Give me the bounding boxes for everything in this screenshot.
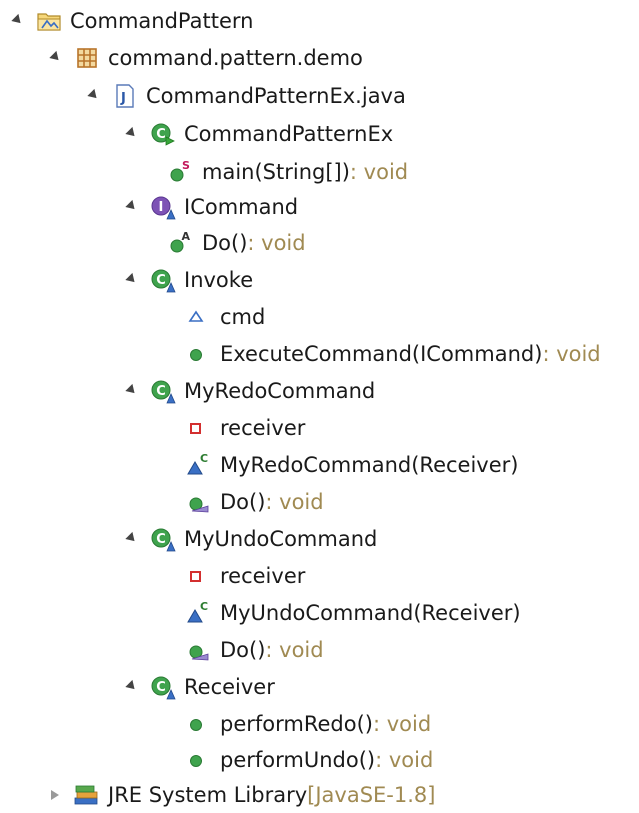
tree-item-field[interactable]: receiver bbox=[186, 409, 305, 446]
member-label: Do() bbox=[220, 637, 266, 662]
class-label: Receiver bbox=[184, 674, 275, 699]
member-label: receiver bbox=[220, 563, 306, 588]
member-label: Do() bbox=[220, 489, 266, 514]
member-label: ExecuteCommand(ICommand) bbox=[220, 341, 543, 366]
tree-item-method[interactable]: Do() : void bbox=[186, 483, 324, 520]
svg-text:C: C bbox=[200, 600, 208, 613]
class-label: MyUndoCommand bbox=[184, 526, 378, 551]
svg-text:C: C bbox=[156, 680, 166, 695]
tree-item-class[interactable]: C Receiver bbox=[122, 668, 275, 705]
public-method-icon bbox=[186, 747, 206, 773]
return-type: : void bbox=[265, 489, 324, 514]
member-label: MyUndoCommand(Receiver) bbox=[220, 600, 521, 625]
member-label: main(String[]) bbox=[202, 159, 350, 184]
library-icon bbox=[74, 782, 100, 808]
tree-item-class[interactable]: C Invoke bbox=[122, 261, 253, 298]
tree-item-method[interactable]: performUndo() : void bbox=[186, 741, 433, 778]
interface-icon: I bbox=[150, 194, 176, 220]
tree-item-library[interactable]: JRE System Library [JavaSE-1.8] bbox=[46, 776, 435, 813]
expand-toggle[interactable] bbox=[46, 49, 64, 67]
constructor-icon: C bbox=[186, 600, 212, 626]
member-label: MyRedoCommand(Receiver) bbox=[220, 452, 519, 477]
package-icon bbox=[74, 45, 100, 71]
interface-label: ICommand bbox=[184, 194, 299, 219]
tree-item-method[interactable]: ExecuteCommand(ICommand) : void bbox=[186, 335, 601, 372]
member-label: performUndo() bbox=[220, 747, 376, 772]
expand-toggle[interactable] bbox=[84, 87, 102, 105]
public-method-icon bbox=[186, 711, 206, 737]
tree-item-constructor[interactable]: C MyRedoCommand(Receiver) bbox=[186, 446, 518, 483]
tree-item-constructor[interactable]: C MyUndoCommand(Receiver) bbox=[186, 594, 521, 631]
abstract-method-icon: A bbox=[168, 230, 194, 256]
tree-item-project[interactable]: CommandPattern bbox=[8, 2, 253, 39]
class-label: MyRedoCommand bbox=[184, 378, 376, 403]
public-method-icon bbox=[186, 341, 206, 367]
return-type: : void bbox=[247, 230, 306, 255]
return-type: : void bbox=[265, 637, 324, 662]
return-type: : void bbox=[542, 341, 601, 366]
tree-item-class[interactable]: C MyRedoCommand bbox=[122, 372, 375, 409]
override-method-icon bbox=[186, 489, 212, 515]
java-file-icon: J bbox=[112, 83, 138, 109]
private-field-icon bbox=[186, 415, 206, 441]
expand-toggle[interactable] bbox=[122, 678, 140, 696]
private-field-icon bbox=[186, 563, 206, 589]
member-label: cmd bbox=[220, 304, 266, 329]
class-icon: C bbox=[150, 674, 176, 700]
svg-text:C: C bbox=[156, 384, 166, 399]
class-icon: C bbox=[150, 378, 176, 404]
override-method-icon bbox=[186, 637, 212, 663]
tree-item-package[interactable]: command.pattern.demo bbox=[46, 39, 363, 76]
svg-text:J: J bbox=[120, 91, 126, 106]
expand-toggle[interactable] bbox=[8, 12, 26, 30]
tree-item-method[interactable]: A Do() : void bbox=[168, 224, 306, 261]
svg-text:C: C bbox=[200, 452, 208, 465]
tree-item-interface[interactable]: I ICommand bbox=[122, 188, 298, 225]
expand-toggle[interactable] bbox=[122, 125, 140, 143]
expand-toggle[interactable] bbox=[122, 530, 140, 548]
member-label: performRedo() bbox=[220, 711, 373, 736]
member-label: receiver bbox=[220, 415, 306, 440]
return-type: : void bbox=[349, 159, 409, 184]
project-label: CommandPattern bbox=[70, 8, 254, 33]
tree-item-java-file[interactable]: J CommandPatternEx.java bbox=[84, 77, 406, 114]
static-method-icon: S bbox=[168, 159, 194, 185]
svg-text:A: A bbox=[182, 230, 191, 243]
library-version: [JavaSE-1.8] bbox=[307, 782, 436, 807]
svg-text:I: I bbox=[159, 200, 164, 215]
svg-text:S: S bbox=[182, 159, 190, 172]
tree-item-method[interactable]: S main(String[]) : void bbox=[168, 153, 408, 190]
package-label: command.pattern.demo bbox=[108, 45, 363, 70]
library-label: JRE System Library bbox=[108, 782, 308, 807]
return-type: : void bbox=[375, 747, 434, 772]
member-label: Do() bbox=[202, 230, 248, 255]
return-type: : void bbox=[372, 711, 432, 736]
default-field-icon bbox=[186, 304, 206, 330]
class-icon: C bbox=[150, 526, 176, 552]
expand-toggle[interactable] bbox=[122, 382, 140, 400]
java-file-label: CommandPatternEx.java bbox=[146, 83, 406, 108]
svg-text:C: C bbox=[156, 532, 166, 547]
expand-toggle[interactable] bbox=[122, 271, 140, 289]
project-folder-icon bbox=[36, 8, 62, 34]
tree-item-class[interactable]: C MyUndoCommand bbox=[122, 520, 377, 557]
svg-text:C: C bbox=[156, 127, 166, 142]
tree-item-field[interactable]: cmd bbox=[186, 298, 265, 335]
tree-item-method[interactable]: Do() : void bbox=[186, 631, 324, 668]
tree-item-method[interactable]: performRedo() : void bbox=[186, 705, 431, 742]
svg-text:C: C bbox=[156, 273, 166, 288]
tree-item-field[interactable]: receiver bbox=[186, 557, 305, 594]
class-run-icon: C bbox=[150, 121, 176, 147]
class-label: Invoke bbox=[184, 267, 254, 292]
constructor-icon: C bbox=[186, 452, 212, 478]
tree-item-class[interactable]: C CommandPatternEx bbox=[122, 115, 393, 152]
class-icon: C bbox=[150, 267, 176, 293]
collapse-toggle[interactable] bbox=[46, 786, 64, 804]
class-label: CommandPatternEx bbox=[184, 121, 394, 146]
expand-toggle[interactable] bbox=[122, 198, 140, 216]
